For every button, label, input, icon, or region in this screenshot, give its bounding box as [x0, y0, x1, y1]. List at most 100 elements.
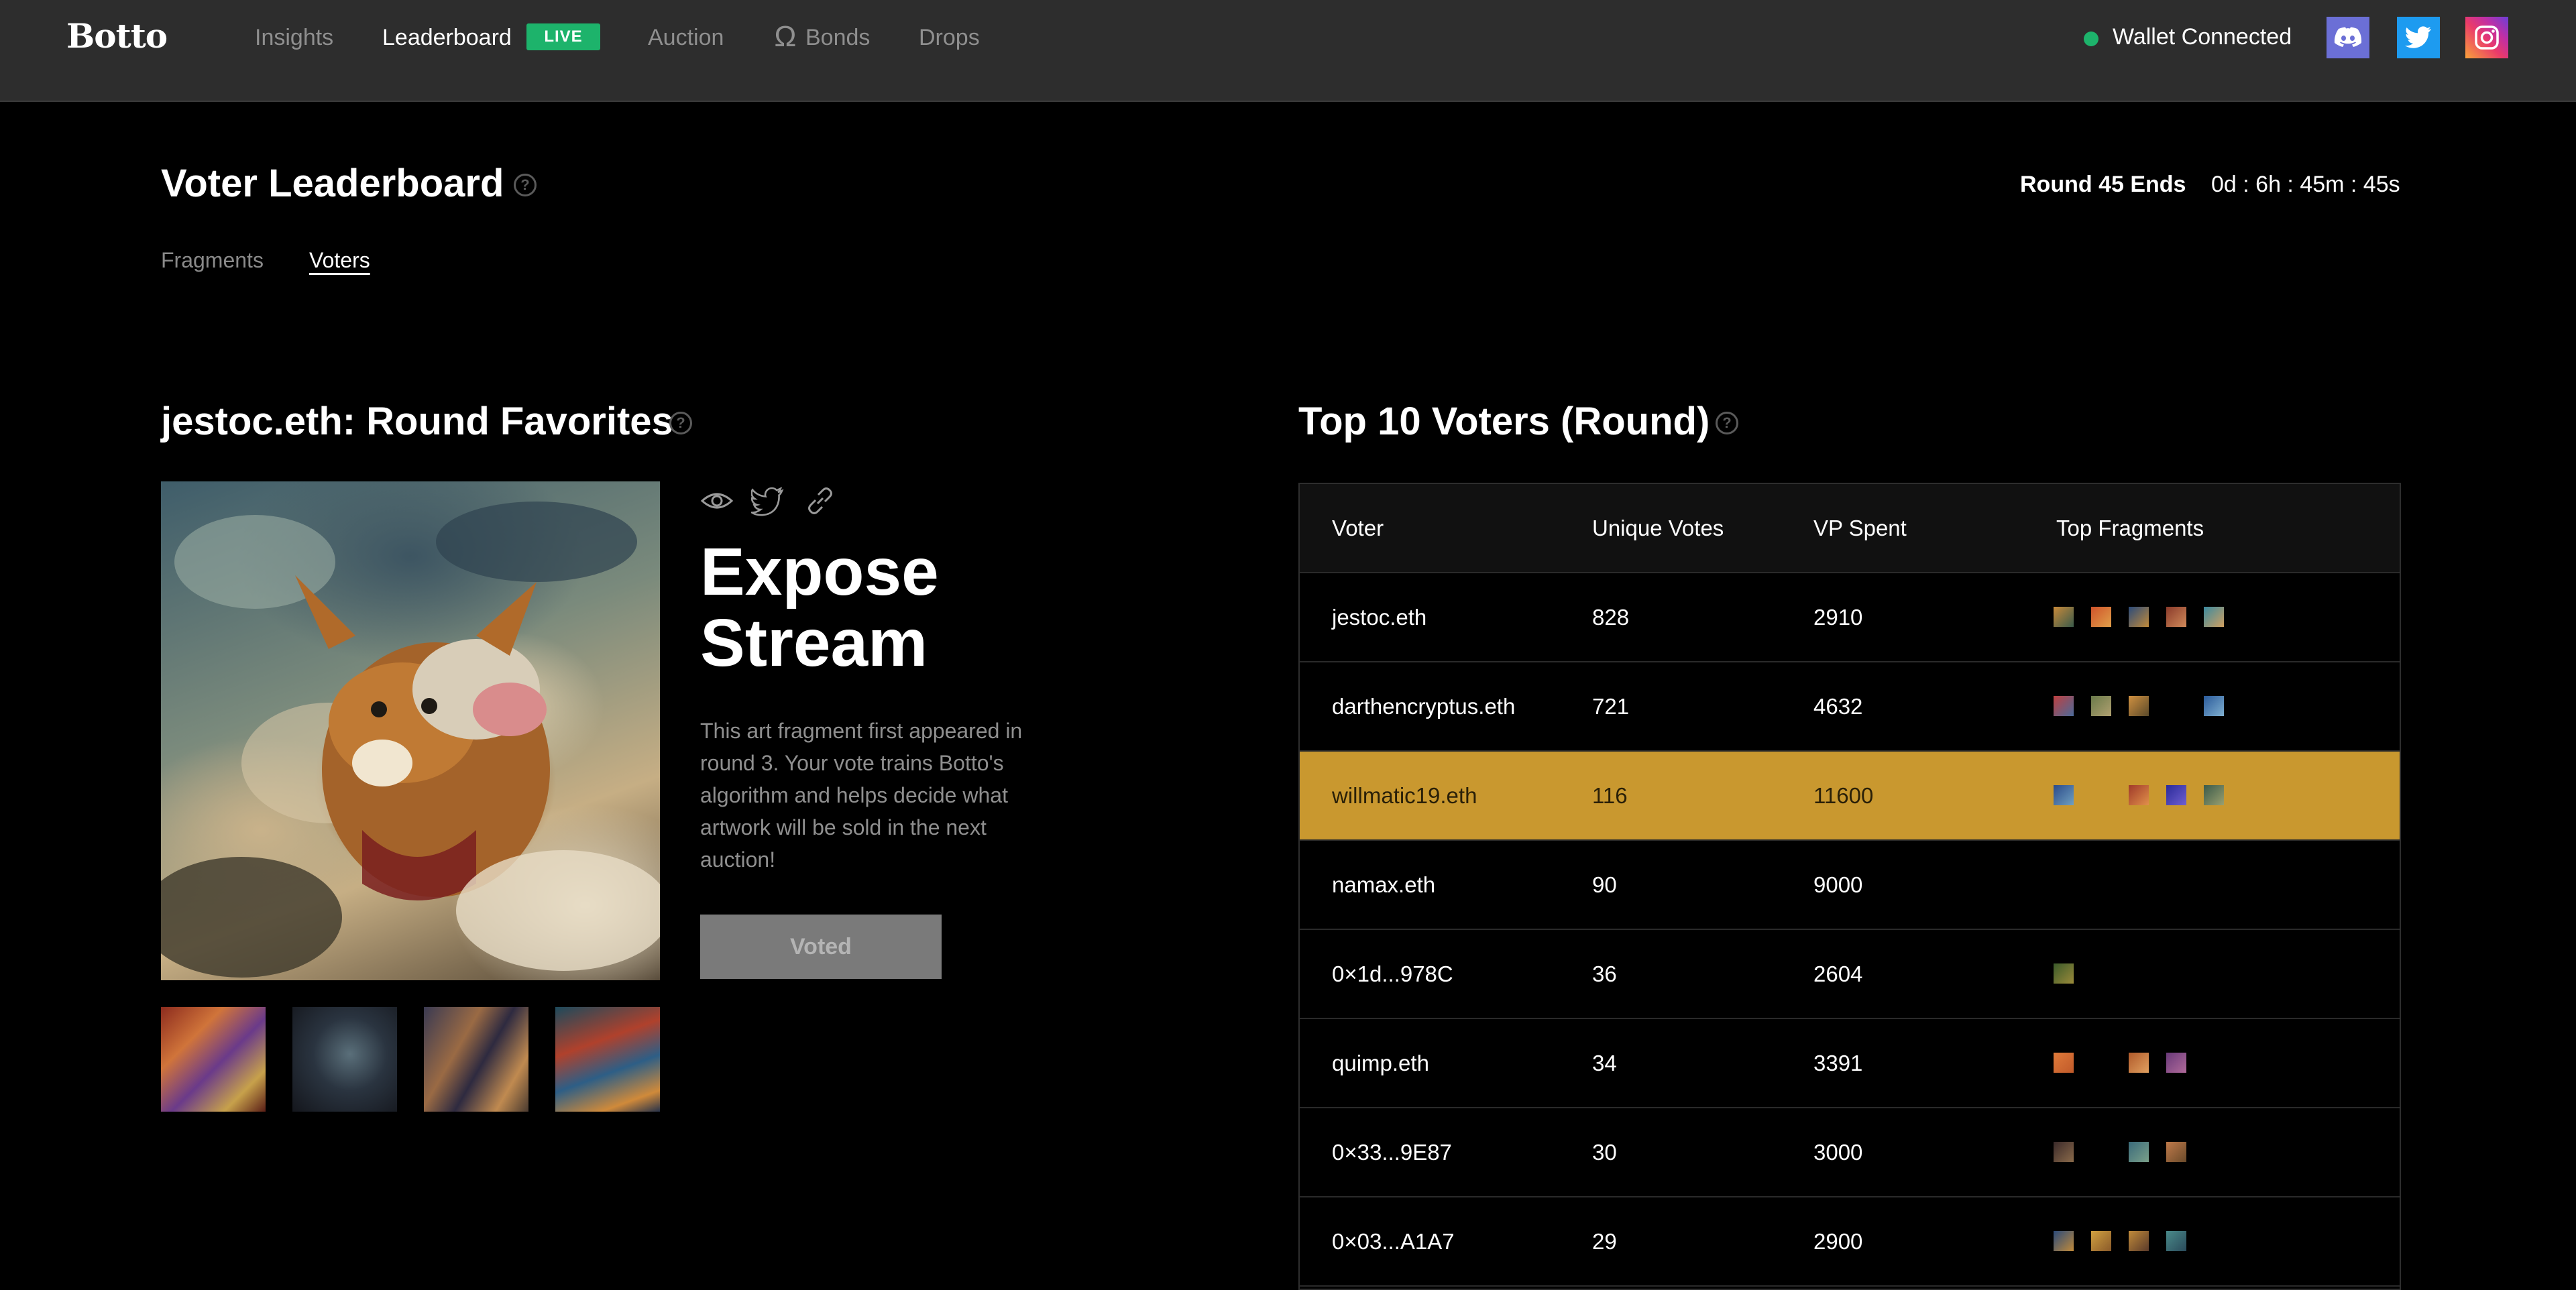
fragment-thumbnail[interactable] — [2129, 1142, 2149, 1162]
top-fragments — [2054, 696, 2322, 717]
voters-table: Voter Unique Votes VP Spent Top Fragment… — [1298, 483, 2401, 1290]
unique-votes: 36 — [1592, 961, 1617, 986]
table-row[interactable]: jestoc.eth 828 2910 — [1300, 573, 2400, 662]
artwork-thumbnail[interactable] — [555, 1007, 660, 1112]
artwork-description: This art fragment first appeared in roun… — [700, 719, 1023, 872]
unique-votes: 34 — [1592, 1051, 1617, 1075]
column-header-unique-votes: Unique Votes — [1592, 516, 1724, 540]
page-title: Voter Leaderboard — [161, 162, 504, 205]
unique-votes: 29 — [1592, 1229, 1617, 1254]
table-header-row: Voter Unique Votes VP Spent Top Fragment… — [1300, 484, 2400, 573]
tab-fragments[interactable]: Fragments — [161, 248, 264, 273]
nav-item-drops[interactable]: Drops — [919, 24, 980, 51]
fragment-thumbnail[interactable] — [2054, 696, 2074, 716]
tab-voters[interactable]: Voters — [309, 248, 370, 273]
help-icon[interactable]: ? — [669, 412, 692, 434]
unique-votes: 721 — [1592, 694, 1630, 719]
vp-spent: 2910 — [1813, 605, 1863, 630]
fragment-thumbnail[interactable] — [2204, 607, 2224, 627]
fragment-thumbnail[interactable] — [2054, 1142, 2074, 1162]
vp-spent: 3391 — [1813, 1051, 1863, 1075]
fragment-thumbnail[interactable] — [2166, 1053, 2186, 1073]
nav-item-auction[interactable]: Auction — [648, 24, 724, 51]
fragment-thumbnail[interactable] — [2129, 696, 2149, 716]
wallet-connected-button[interactable]: Wallet Connected — [2113, 24, 2292, 50]
table-row[interactable]: 0×03...A1A7 29 2900 — [1300, 1197, 2400, 1287]
voted-button[interactable]: Voted — [700, 915, 942, 979]
fragment-thumbnail[interactable] — [2054, 607, 2074, 627]
fragment-thumbnail[interactable] — [2166, 607, 2186, 627]
table-row[interactable]: 0×1d...978C 36 2604 — [1300, 930, 2400, 1019]
twitter-icon[interactable] — [2397, 17, 2440, 58]
voter-name[interactable]: darthencryptus.eth — [1332, 662, 1515, 750]
artwork-thumbnail[interactable] — [424, 1007, 528, 1112]
table-row[interactable]: quimp.eth 34 3391 — [1300, 1019, 2400, 1108]
artwork-title: Expose Stream — [700, 534, 939, 681]
discord-icon[interactable] — [2327, 17, 2369, 58]
top-fragments — [2054, 1231, 2322, 1252]
fragment-thumbnail[interactable] — [2166, 1231, 2186, 1251]
nav-item-bonds[interactable]: Bonds — [805, 24, 870, 51]
fragment-thumbnail[interactable] — [2129, 785, 2149, 805]
help-icon[interactable]: ? — [1716, 412, 1738, 434]
twitter-icon[interactable] — [751, 484, 785, 518]
live-badge: LIVE — [526, 23, 600, 50]
unique-votes: 116 — [1592, 783, 1628, 808]
voter-name[interactable]: namax.eth — [1332, 841, 1435, 929]
artwork-thumbnail[interactable] — [161, 1007, 266, 1112]
round-label: Round 45 Ends — [2020, 172, 2186, 197]
fragment-thumbnail[interactable] — [2129, 1231, 2149, 1251]
featured-artwork[interactable] — [161, 481, 660, 980]
table-row[interactable]: namax.eth 90 9000 — [1300, 841, 2400, 930]
vp-spent: 4632 — [1813, 694, 1863, 719]
vp-spent: 2900 — [1813, 1229, 1863, 1254]
fragment-thumbnail[interactable] — [2166, 1142, 2186, 1162]
table-row-highlighted[interactable]: willmatic19.eth 116 11600 — [1300, 752, 2400, 841]
voter-name[interactable]: willmatic19.eth — [1332, 752, 1477, 839]
voter-name[interactable]: jestoc.eth — [1332, 573, 1426, 661]
fragment-thumbnail[interactable] — [2091, 1231, 2111, 1251]
fragment-thumbnail[interactable] — [2091, 696, 2111, 716]
top-fragments — [2054, 1053, 2322, 1074]
fragment-thumbnail[interactable] — [2129, 607, 2149, 627]
round-countdown: 0d : 6h : 45m : 45s — [2211, 172, 2400, 197]
unique-votes: 828 — [1592, 605, 1630, 630]
top-fragments — [2054, 607, 2322, 628]
unique-votes: 90 — [1592, 872, 1617, 897]
nav-item-insights[interactable]: Insights — [255, 24, 333, 51]
voter-name[interactable]: quimp.eth — [1332, 1019, 1429, 1107]
column-header-vp-spent: VP Spent — [1813, 516, 1907, 540]
wallet-status-dot — [2084, 32, 2098, 46]
fragment-thumbnail[interactable] — [2054, 1231, 2074, 1251]
botto-logo[interactable]: Botto — [66, 16, 168, 56]
unique-votes: 30 — [1592, 1140, 1617, 1165]
fragment-thumbnail[interactable] — [2054, 785, 2074, 805]
top-navbar: Botto Insights Leaderboard LIVE Auction … — [0, 0, 2576, 102]
fragment-thumbnail[interactable] — [2166, 785, 2186, 805]
fragment-thumbnail[interactable] — [2129, 1053, 2149, 1073]
fragment-thumbnail[interactable] — [2091, 607, 2111, 627]
vp-spent: 9000 — [1813, 872, 1863, 897]
eye-icon[interactable] — [700, 484, 734, 518]
column-header-top-fragments: Top Fragments — [2056, 516, 2204, 540]
link-icon[interactable] — [803, 484, 837, 518]
fragment-thumbnail[interactable] — [2204, 785, 2224, 805]
top-fragments — [2054, 785, 2322, 807]
table-row[interactable]: darthencryptus.eth 721 4632 — [1300, 662, 2400, 752]
fragment-thumbnail[interactable] — [2054, 963, 2074, 984]
artwork-thumbnail[interactable] — [292, 1007, 397, 1112]
top-fragments — [2054, 1142, 2322, 1163]
voter-name[interactable]: 0×03...A1A7 — [1332, 1197, 1455, 1285]
favorites-title: jestoc.eth: Round Favorites — [161, 400, 673, 443]
vp-spent: 3000 — [1813, 1140, 1863, 1165]
top-voters-title: Top 10 Voters (Round) — [1298, 400, 1710, 443]
top-fragments — [2054, 874, 2322, 896]
nav-item-leaderboard[interactable]: Leaderboard — [382, 24, 512, 51]
help-icon[interactable]: ? — [514, 174, 537, 196]
instagram-icon[interactable] — [2465, 17, 2508, 58]
voter-name[interactable]: 0×1d...978C — [1332, 930, 1453, 1018]
voter-name[interactable]: 0×33...9E87 — [1332, 1108, 1452, 1196]
fragment-thumbnail[interactable] — [2204, 696, 2224, 716]
table-row[interactable]: 0×33...9E87 30 3000 — [1300, 1108, 2400, 1197]
fragment-thumbnail[interactable] — [2054, 1053, 2074, 1073]
